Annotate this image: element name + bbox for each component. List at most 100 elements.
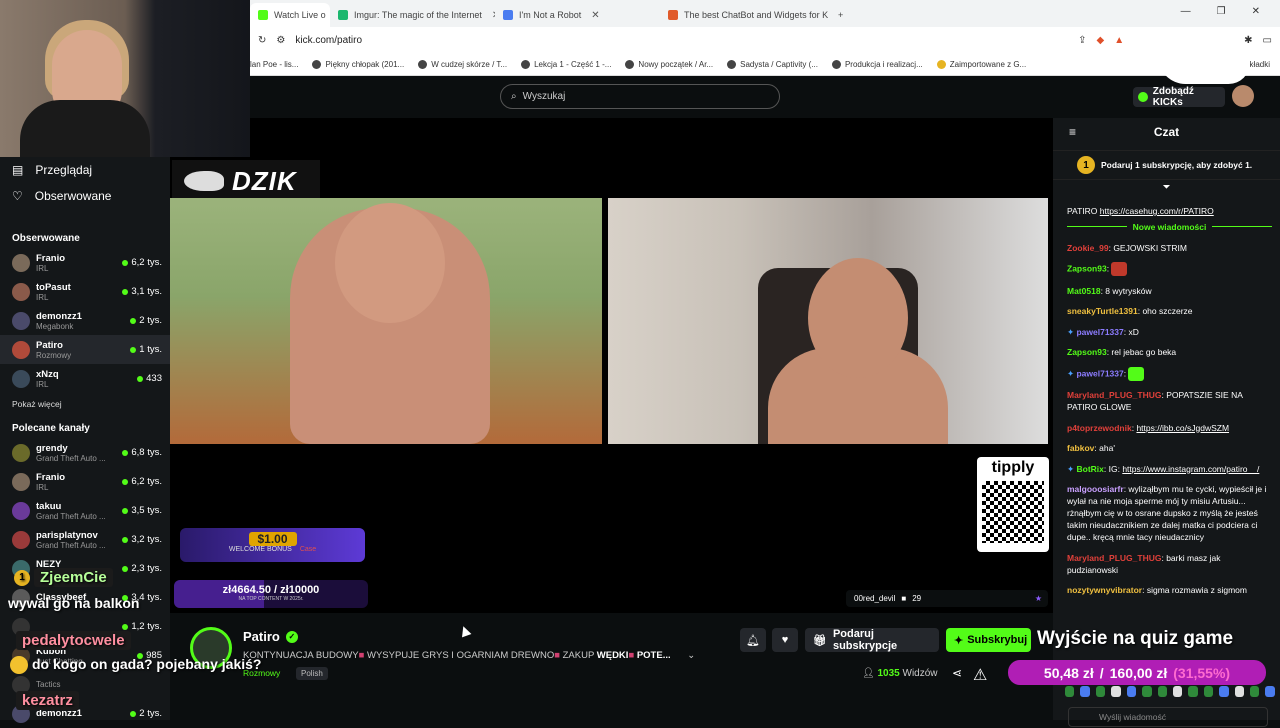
emote-icon[interactable] xyxy=(1111,686,1121,697)
user-avatar[interactable] xyxy=(1232,85,1254,107)
url-field[interactable]: kick.com/patiro xyxy=(295,35,1068,46)
bookmark-item[interactable]: Zaimportowane z G... xyxy=(936,59,1026,69)
dzik-brand: DZIK xyxy=(232,165,297,196)
gift-promo[interactable]: 1 Podaruj 1 subskrypcję, aby zdobyć 1. xyxy=(1053,150,1280,180)
browser-tab[interactable]: Imgur: The magic of the Internet✕ xyxy=(330,3,495,27)
goal-text: zł4664.50 / zł10000 xyxy=(222,584,320,596)
expand-title-icon[interactable]: ⌄ xyxy=(687,650,695,661)
chat-link[interactable]: https://ibb.co/sJgdwSZM xyxy=(1136,423,1229,433)
video-left-camera xyxy=(170,198,602,444)
subscribe-button[interactable]: ✦ Subskrybuj xyxy=(946,628,1031,652)
chat-link[interactable]: https://casehug.com/r/PATIRO xyxy=(1100,206,1214,216)
chat-username[interactable]: pawel71337 xyxy=(1076,368,1123,378)
sidebar-channel[interactable]: Patiro Rozmowy 1 tys. xyxy=(0,335,170,364)
chat-link[interactable]: https://www.instagram.com/patiro__/ xyxy=(1122,464,1259,474)
donation-goal-bar: zł4664.50 / zł10000 NA TOP CONTENT W 202… xyxy=(174,580,368,608)
bookmark-item[interactable]: W cudzej skórze / T... xyxy=(418,59,507,69)
show-more-link[interactable]: Pokaż więcej xyxy=(0,393,170,415)
chat-username[interactable]: nozytywnyvibrator xyxy=(1067,585,1142,595)
streamer-name[interactable]: Patiro ✓ xyxy=(243,629,298,644)
follow-button[interactable]: ♥ xyxy=(772,628,798,652)
new-tab-button[interactable]: + xyxy=(830,3,851,27)
extensions-icon[interactable]: ✱ xyxy=(1244,35,1252,46)
browser-tab[interactable]: The best ChatBot and Widgets for K✕ xyxy=(660,3,830,27)
emote-icon[interactable] xyxy=(1095,686,1106,697)
chat-username[interactable]: pawel71337 xyxy=(1076,327,1123,337)
rewards-icon[interactable]: ▲ xyxy=(1114,35,1124,46)
get-kicks-button[interactable]: Zdobądź KICKs xyxy=(1133,86,1225,108)
share-icon[interactable]: ⋖ xyxy=(952,666,962,680)
subscribe-label: Subskrybuj xyxy=(967,634,1028,646)
emote-icon[interactable] xyxy=(1234,686,1245,697)
ticker-icon: ■ xyxy=(901,594,907,603)
maximize-icon[interactable]: ❐ xyxy=(1217,6,1226,17)
bookmark-item[interactable]: lan Poe - lis... xyxy=(250,60,298,69)
bookmark-item[interactable]: Piękny chłopak (201... xyxy=(312,59,404,69)
minimize-icon[interactable]: — xyxy=(1181,6,1191,17)
bookmark-item[interactable]: Produkcja i realizacj... xyxy=(831,59,923,69)
sidebar-channel[interactable]: Franio IRL 6,2 tys. xyxy=(0,248,170,277)
pinned-toggle-icon[interactable]: ⏷ xyxy=(1053,182,1280,193)
bookmark-item[interactable]: Sadysta / Captivity (... xyxy=(727,59,818,69)
sidebar-nav-browse[interactable]: ▤ Przeglądaj xyxy=(0,157,170,183)
browser-tab[interactable]: Watch Live o✕ xyxy=(250,3,330,27)
search-input[interactable]: ⌕ Wyszukaj xyxy=(500,84,780,109)
emote-icon[interactable] xyxy=(1080,686,1090,697)
chat-message: Mat0518: 8 wytrysków xyxy=(1067,285,1272,297)
search-icon: ⌕ xyxy=(511,91,517,102)
chat-username[interactable]: BotRix xyxy=(1076,464,1103,474)
emote-icon[interactable] xyxy=(1065,686,1075,697)
sidebar-channel[interactable]: parisplatynov Grand Theft Auto ... 3,2 tys… xyxy=(0,525,170,554)
sidebar-channel[interactable]: Franio IRL 6,2 tys. xyxy=(0,467,170,496)
sidebar-toggle-icon[interactable]: ▭ xyxy=(1263,35,1272,46)
emote-icon[interactable] xyxy=(1250,686,1260,697)
chat-username[interactable]: Zookie_99 xyxy=(1067,243,1109,253)
sidebar-channel[interactable]: toPasut IRL 3,1 tys. xyxy=(0,277,170,306)
channel-text: grendy Grand Theft Auto ... xyxy=(36,443,116,463)
chat-input[interactable]: Wyślij wiadomość xyxy=(1068,707,1268,727)
chat-username[interactable]: p4toprzewodnik xyxy=(1067,423,1132,433)
chat-username[interactable]: Zapson93 xyxy=(1067,263,1107,273)
sidebar-nav-following[interactable]: ♡ Obserwowane xyxy=(0,183,170,209)
search-placeholder: Wyszukaj xyxy=(522,91,566,102)
brave-shield-icon[interactable]: ◆ xyxy=(1097,35,1105,46)
close-window-icon[interactable]: ✕ xyxy=(1252,6,1260,17)
emote-icon[interactable] xyxy=(1203,686,1214,697)
reload-icon[interactable]: ↻ xyxy=(258,35,266,46)
emote-icon[interactable] xyxy=(1265,686,1275,697)
bookmark-item[interactable]: Lekcja 1 - Część 1 -... xyxy=(521,59,611,69)
chat-username[interactable]: Mat0518 xyxy=(1067,286,1101,296)
notification-bell-button[interactable]: 🔔︎ xyxy=(740,628,766,652)
chat-username[interactable]: Zapson93 xyxy=(1067,347,1107,357)
site-info-icon[interactable]: ⚙ xyxy=(276,35,285,46)
share-page-icon[interactable]: ⇪ xyxy=(1078,35,1086,46)
chat-username[interactable]: sneakyTurtle1391 xyxy=(1067,306,1138,316)
bookmark-item[interactable]: kładki xyxy=(1250,60,1270,69)
chat-username[interactable]: malgooosiarfr xyxy=(1067,484,1124,494)
emote-icon[interactable] xyxy=(1172,686,1183,697)
emote-icon[interactable] xyxy=(1188,686,1198,697)
chat-username[interactable]: Maryland_PLUG_THUG xyxy=(1067,390,1161,400)
live-dot-icon xyxy=(122,259,129,266)
sidebar-channel[interactable]: takuu Grand Theft Auto ... 3,5 tys. xyxy=(0,496,170,525)
new-messages-label: Nowe wiadomości xyxy=(1126,221,1213,232)
emote-icon[interactable] xyxy=(1219,686,1229,697)
language-tag[interactable]: Polish xyxy=(296,667,328,680)
emote-icon[interactable] xyxy=(1142,686,1152,697)
emote-icon[interactable] xyxy=(1126,686,1137,697)
sidebar-channel[interactable]: xNzq IRL 433 xyxy=(0,364,170,393)
chat-text: PATIRO xyxy=(1067,206,1100,216)
bookmark-label: Nowy początek / Ar... xyxy=(638,59,714,69)
donation-goal: 160,00 zł xyxy=(1109,664,1168,681)
tab-close-icon[interactable]: ✕ xyxy=(591,10,599,21)
sidebar-channel[interactable]: demonzz1 Megabonk 2 tys. xyxy=(0,306,170,335)
collapse-chat-icon[interactable]: ≡ xyxy=(1069,125,1076,139)
gift-subs-button[interactable]: 🎁︎ Podaruj subskrypcje xyxy=(805,628,939,652)
chat-username[interactable]: fabkov xyxy=(1067,443,1094,453)
emote-icon[interactable] xyxy=(1157,686,1167,697)
chat-message: Zookie_99: GEJOWSKI STRIM xyxy=(1067,242,1272,254)
chat-username[interactable]: Maryland_PLUG_THUG xyxy=(1067,553,1161,563)
browser-tab[interactable]: I'm Not a Robot ✕ xyxy=(495,3,660,27)
sidebar-channel[interactable]: grendy Grand Theft Auto ... 6,8 tys. xyxy=(0,438,170,467)
bookmark-item[interactable]: Nowy początek / Ar... xyxy=(625,59,714,69)
